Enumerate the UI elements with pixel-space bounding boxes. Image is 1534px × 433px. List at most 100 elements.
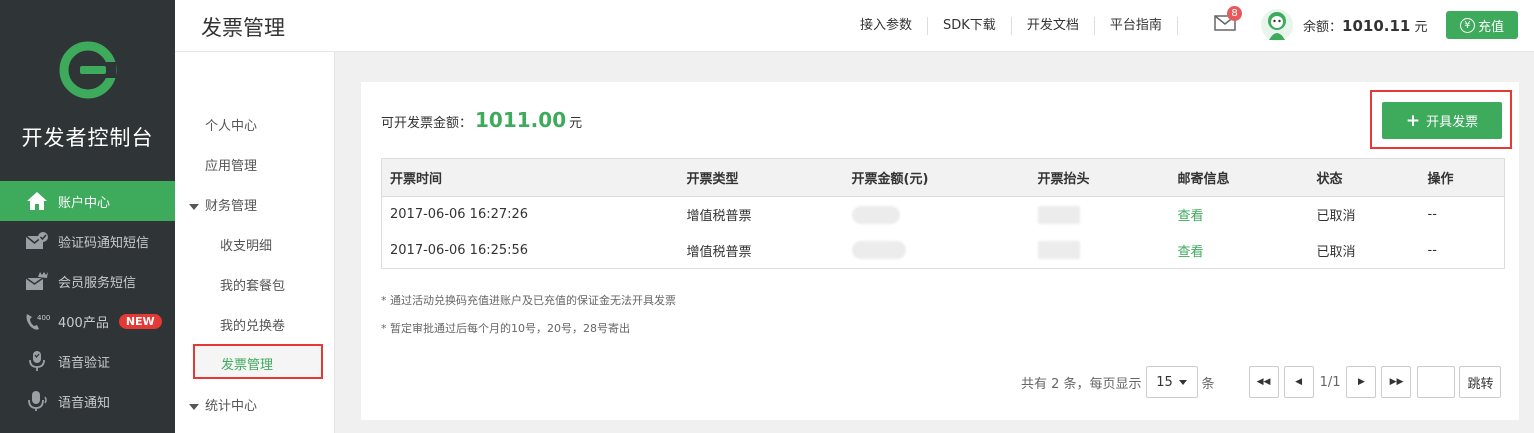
cell-mail: 查看: [1170, 197, 1309, 233]
subnav-stats-label: 统计中心: [205, 399, 258, 414]
amount-unit: 元: [569, 116, 583, 131]
subnav-finance-label: 财务管理: [205, 199, 258, 214]
cell-type: 增值税普票: [686, 244, 752, 260]
note-2: * 暂定审批通过后每个月的10号，20号，28号寄出: [381, 322, 630, 335]
link-dev-docs[interactable]: 开发文档: [1012, 17, 1095, 35]
table-header-row: 开票时间 开票类型 开票金额(元) 开票抬头 邮寄信息 状态 操作: [381, 158, 1505, 197]
nav-item-voice-verification[interactable]: 语音验证: [0, 341, 175, 381]
main-nav: 账户中心 验证码通知短信 会员服务短信 400 400产品 NEW 语音验证 语…: [0, 181, 175, 421]
double-right-icon: ▶▶: [1389, 377, 1404, 387]
nav-item-label: 语音验证: [58, 355, 111, 371]
home-icon: [24, 190, 50, 212]
pagination: 共有 2 条，每页显示 15 条 ◀◀ ◀ 1/1 ▶ ▶▶ 跳转: [1021, 366, 1502, 398]
view-mail-link[interactable]: 查看: [1178, 245, 1204, 260]
col-mailing-info: 邮寄信息: [1169, 158, 1309, 197]
subnav-personal-center[interactable]: 个人中心: [205, 115, 257, 134]
balance-label: 余额：: [1303, 20, 1343, 35]
page-info: 1/1: [1319, 374, 1341, 390]
nav-item-label: 验证码通知短信: [58, 235, 150, 251]
subnav-invoice-label: 发票管理: [221, 358, 274, 373]
redacted-title: [1037, 205, 1080, 224]
mail-check-icon: [24, 230, 50, 252]
nav-item-voice-notification[interactable]: 语音通知: [0, 381, 175, 421]
cell-title: [1030, 197, 1170, 233]
page-size-unit: 条: [1201, 376, 1215, 392]
logo: [0, 40, 175, 100]
subnav-stats-group[interactable]: 统计中心: [189, 395, 257, 414]
main-sidebar: 开发者控制台 账户中心 验证码通知短信 会员服务短信 400 400产品 NEW: [0, 0, 175, 433]
first-page-button[interactable]: ◀◀: [1248, 366, 1279, 398]
nav-item-member-sms[interactable]: 会员服务短信: [0, 261, 175, 301]
page-jump-input[interactable]: [1417, 366, 1456, 398]
sub-nav: 个人中心 应用管理 财务管理 收支明细 我的套餐包 我的兑换卷 发票管理 统计中…: [175, 52, 335, 433]
nav-item-400-product[interactable]: 400 400产品 NEW: [0, 301, 175, 341]
col-actions: 操作: [1419, 158, 1505, 197]
cell-time: 2017-06-06 16:25:56: [390, 242, 529, 258]
link-sdk-download[interactable]: SDK下载: [928, 17, 1012, 35]
cell-status: 已取消: [1316, 209, 1356, 225]
caret-down-icon: [1178, 379, 1187, 385]
balance: 余额：1010.11 元: [1303, 16, 1428, 35]
jump-button[interactable]: 跳转: [1459, 366, 1502, 398]
note-1: * 通过活动兑换码充值进账户及已充值的保证金无法开具发票: [381, 294, 676, 307]
brand-title: 开发者控制台: [21, 126, 154, 150]
nav-item-label: 400产品: [58, 315, 109, 331]
recharge-label: 充值: [1477, 19, 1504, 35]
right-icon: ▶: [1358, 377, 1365, 387]
amount-label: 可开发票金额：: [381, 116, 473, 131]
issue-invoice-button[interactable]: + 开具发票: [1382, 102, 1502, 139]
phone-400-icon: 400: [24, 310, 50, 332]
double-left-icon: ◀◀: [1256, 377, 1271, 387]
cell-action: --: [1427, 242, 1437, 258]
link-access-params[interactable]: 接入参数: [845, 17, 929, 35]
redacted-amount: [851, 241, 906, 260]
total-text: 共有 2 条，每页显示: [1021, 376, 1142, 392]
top-links: 接入参数 SDK下载 开发文档 平台指南: [845, 0, 1178, 52]
subnav-ledger[interactable]: 收支明细: [220, 235, 272, 254]
yen-icon: ¥: [1459, 17, 1475, 33]
last-page-button[interactable]: ▶▶: [1381, 366, 1412, 398]
nav-item-label: 语音通知: [58, 395, 111, 411]
cell-mail: 查看: [1170, 233, 1309, 269]
col-issue-time: 开票时间: [381, 158, 679, 197]
microphone-icon: [24, 390, 50, 412]
mail-crown-icon: [24, 270, 50, 292]
page-size-value: 15: [1156, 374, 1173, 390]
nav-item-verification-sms[interactable]: 验证码通知短信: [0, 221, 175, 261]
subnav-vouchers[interactable]: 我的兑换卷: [220, 315, 285, 334]
view-mail-link[interactable]: 查看: [1178, 209, 1204, 224]
next-page-button[interactable]: ▶: [1346, 366, 1377, 398]
nav-item-account-center[interactable]: 账户中心: [0, 181, 175, 221]
logo-icon: [59, 41, 116, 99]
invoice-table: 开票时间 开票类型 开票金额(元) 开票抬头 邮寄信息 状态 操作 2017-0…: [381, 158, 1505, 269]
cell-amount: [844, 233, 1030, 269]
subnav-packages[interactable]: 我的套餐包: [220, 275, 285, 294]
cell-action: --: [1427, 207, 1437, 223]
link-platform-guide[interactable]: 平台指南: [1095, 17, 1178, 35]
avatar[interactable]: [1260, 8, 1294, 42]
col-invoice-title: 开票抬头: [1029, 158, 1170, 197]
prev-page-button[interactable]: ◀: [1283, 366, 1314, 398]
subnav-invoice-management[interactable]: 发票管理: [193, 344, 323, 379]
subnav-finance-group[interactable]: 财务管理: [189, 195, 257, 214]
col-invoice-amount: 开票金额(元): [843, 158, 1030, 197]
invoiceable-amount: 可开发票金额： 1011.00 元: [381, 108, 582, 132]
nav-item-label: 账户中心: [58, 195, 111, 211]
mail-count-badge: 8: [1227, 6, 1242, 21]
cell-type: 增值税普票: [686, 209, 752, 225]
redacted-title: [1037, 241, 1080, 260]
amount-value: 1011.00: [475, 108, 567, 132]
triangle-down-icon: [189, 403, 199, 410]
cell-amount: [844, 197, 1030, 233]
cell-status: 已取消: [1316, 244, 1356, 260]
plus-icon: +: [1405, 110, 1421, 131]
issue-invoice-label: 开具发票: [1426, 115, 1479, 130]
triangle-down-icon: [189, 203, 199, 210]
balance-value: 1010.11: [1342, 17, 1411, 35]
top-header: 发票管理 接入参数 SDK下载 开发文档 平台指南 8 余额：1010.11 元…: [175, 0, 1534, 52]
page-size-select[interactable]: 15: [1145, 366, 1198, 398]
col-invoice-type: 开票类型: [678, 158, 844, 197]
recharge-button[interactable]: ¥ 充值: [1446, 11, 1518, 39]
issue-button-highlight: + 开具发票: [1370, 90, 1512, 149]
subnav-app-management[interactable]: 应用管理: [205, 155, 257, 174]
